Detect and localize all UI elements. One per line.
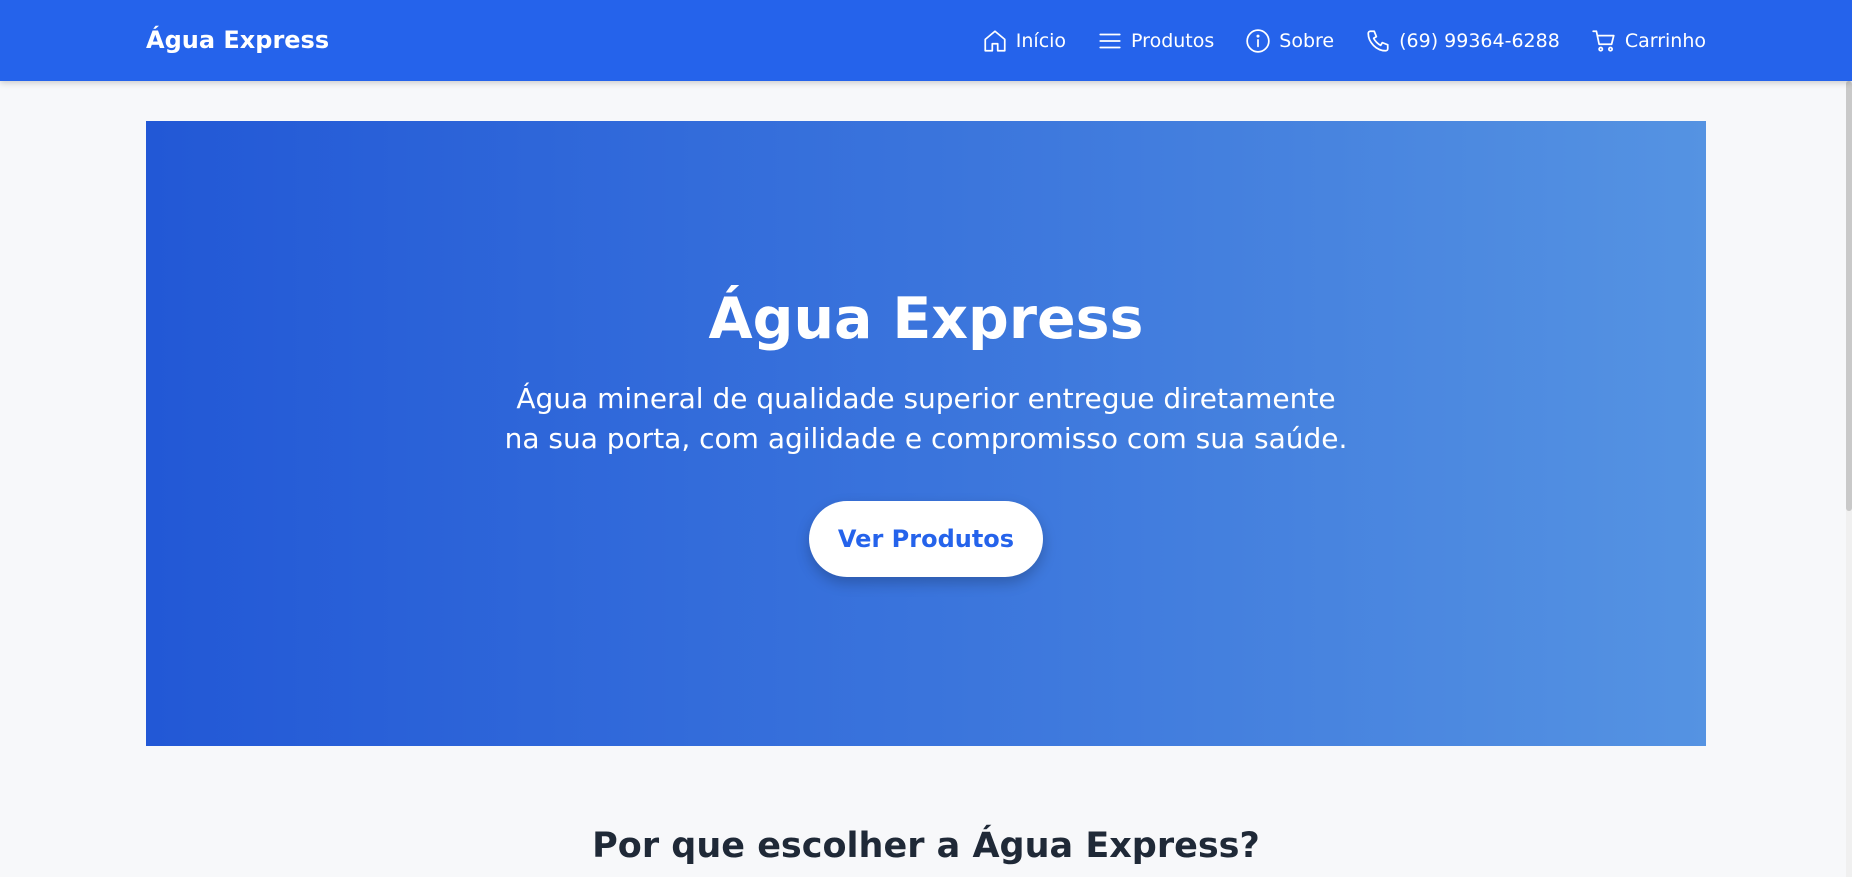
info-icon: [1245, 28, 1271, 54]
nav-item-label: Produtos: [1131, 29, 1215, 52]
menu-icon: [1097, 28, 1123, 54]
nav-links: Início Produtos Sobre (69) 99364-6288 Ca…: [982, 0, 1706, 81]
cart-icon: [1591, 28, 1617, 54]
nav-item-produtos[interactable]: Produtos: [1097, 28, 1214, 54]
nav-item-phone[interactable]: (69) 99364-6288: [1365, 28, 1560, 54]
top-navbar: Água Express Início Produtos Sobre (69) …: [0, 0, 1852, 81]
nav-item-label: Início: [1015, 29, 1067, 52]
phone-icon: [1365, 28, 1391, 54]
hero-title: Água Express: [708, 286, 1144, 352]
nav-item-label: Sobre: [1279, 29, 1335, 52]
hero-banner: Água Express Água mineral de qualidade s…: [146, 121, 1706, 746]
nav-item-label: (69) 99364-6288: [1399, 29, 1560, 52]
scrollbar-thumb[interactable]: [1846, 81, 1852, 511]
home-icon: [982, 28, 1008, 54]
nav-item-inicio[interactable]: Início: [982, 28, 1066, 54]
hero-subtitle: Água mineral de qualidade superior entre…: [504, 382, 1348, 455]
brand-logo[interactable]: Água Express: [146, 26, 329, 54]
page-scrollbar[interactable]: [1846, 81, 1852, 877]
features-section-title: Por que escolher a Água Express?: [592, 826, 1260, 866]
nav-item-sobre[interactable]: Sobre: [1245, 28, 1334, 54]
nav-item-label: Carrinho: [1624, 29, 1706, 52]
ver-produtos-button[interactable]: Ver Produtos: [809, 501, 1043, 577]
nav-item-carrinho[interactable]: Carrinho: [1591, 28, 1706, 54]
